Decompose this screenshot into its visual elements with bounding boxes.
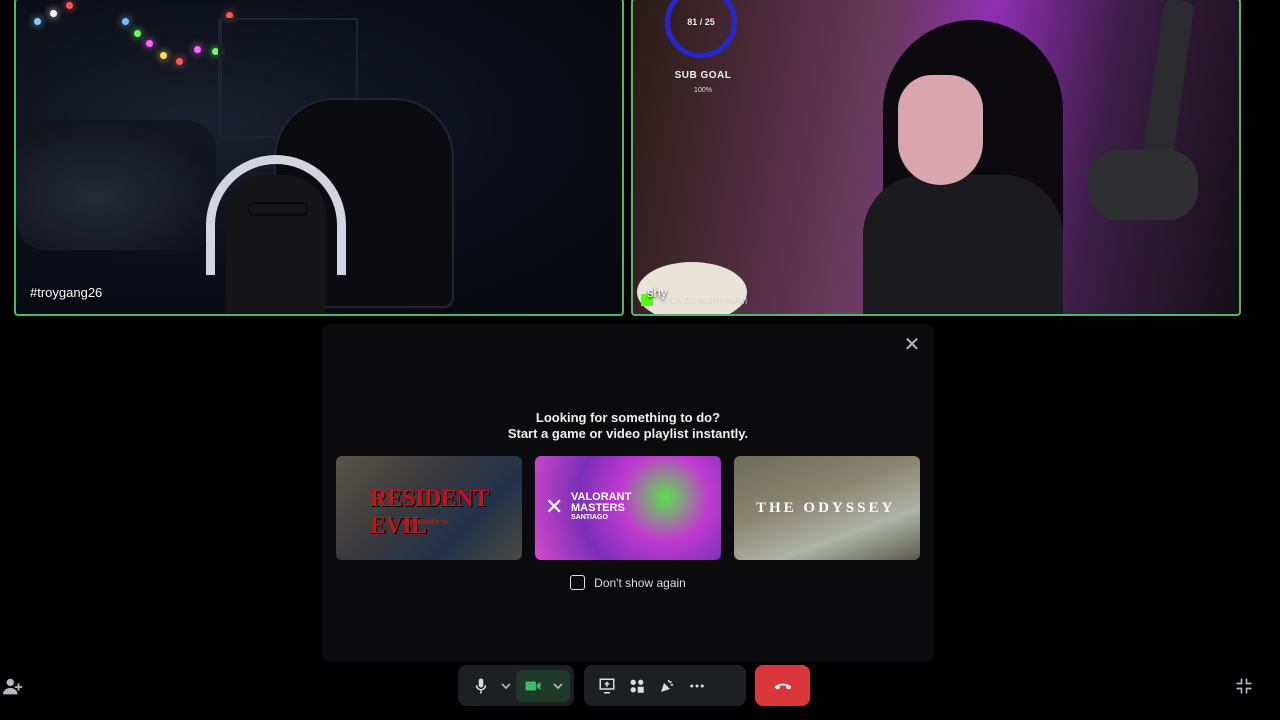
close-icon[interactable]: ✕ (900, 332, 924, 356)
hang-up-button[interactable] (755, 665, 810, 706)
dont-show-again-checkbox[interactable] (570, 575, 586, 590)
hang-up-icon (774, 683, 791, 689)
dont-show-again-row: Don't show again (322, 575, 934, 590)
audio-video-controls (458, 665, 574, 706)
card-title: RESIDENT EVIL (370, 486, 489, 539)
card-title: THE ODYSSEY (756, 500, 896, 516)
string-lights (26, 0, 233, 70)
chevron-down-icon[interactable] (548, 671, 568, 701)
activity-suggestion-panel: ✕ Looking for something to do? Start a g… (322, 324, 934, 662)
camera-toggle[interactable] (516, 669, 570, 702)
activity-card-valorant-masters[interactable]: ✕ VALORANT MASTERS SANTIAGO (535, 456, 721, 560)
participant-tile-troygang26[interactable]: #troygang26 (14, 0, 624, 316)
chevron-down-icon[interactable] (496, 671, 516, 701)
sub-goal-label: SUB GOAL (674, 70, 732, 81)
soundboard-icon[interactable] (652, 671, 682, 701)
panel-heading: Looking for something to do? Start a gam… (322, 410, 934, 442)
stream-url: KICK.COM/SHYRUMI (661, 297, 748, 306)
dont-show-again-label[interactable]: Don't show again (594, 576, 686, 590)
activities-icon[interactable] (622, 671, 652, 701)
studio-microphone (1088, 150, 1198, 220)
sub-goal-percent: 100% (694, 87, 712, 94)
mic-arm (1141, 0, 1195, 172)
heading-line-1: Looking for something to do? (535, 410, 721, 425)
microphone-icon[interactable] (466, 671, 496, 701)
card-subtitle: SANTIAGO (571, 514, 608, 521)
card-subtitle: SEPTEMBER 18 (402, 520, 448, 526)
sub-goal-count: 81 / 25 (687, 17, 715, 27)
activity-cards: RESIDENT EVIL SEPTEMBER 18 ✕ VALORANT MA… (336, 456, 920, 560)
activity-controls (584, 665, 746, 706)
glasses (248, 202, 308, 216)
activity-card-the-odyssey[interactable]: THE ODYSSEY (734, 456, 920, 560)
screen-share-icon[interactable] (592, 671, 622, 701)
card-title: VALORANT MASTERS (571, 492, 631, 514)
exit-fullscreen-icon[interactable] (1234, 676, 1254, 696)
more-icon[interactable] (682, 671, 712, 701)
camera-icon[interactable] (518, 671, 548, 701)
streamer-figure (863, 20, 1093, 314)
card-title-line-2: MASTERS (571, 502, 625, 514)
activity-card-resident-evil[interactable]: RESIDENT EVIL SEPTEMBER 18 (336, 456, 522, 560)
background-couch (16, 120, 216, 250)
heading-line-2: Start a game or video playlist instantly… (507, 426, 749, 441)
participant-tile-shy[interactable]: 81 / 25 SUB GOAL 100% shy KICK.COM/SHYRU… (631, 0, 1241, 316)
participant-name: #troygang26 (30, 285, 103, 300)
sub-goal-ring: 81 / 25 (665, 0, 737, 58)
valorant-logo-icon: ✕ (545, 494, 564, 519)
add-person-icon[interactable] (2, 676, 24, 698)
